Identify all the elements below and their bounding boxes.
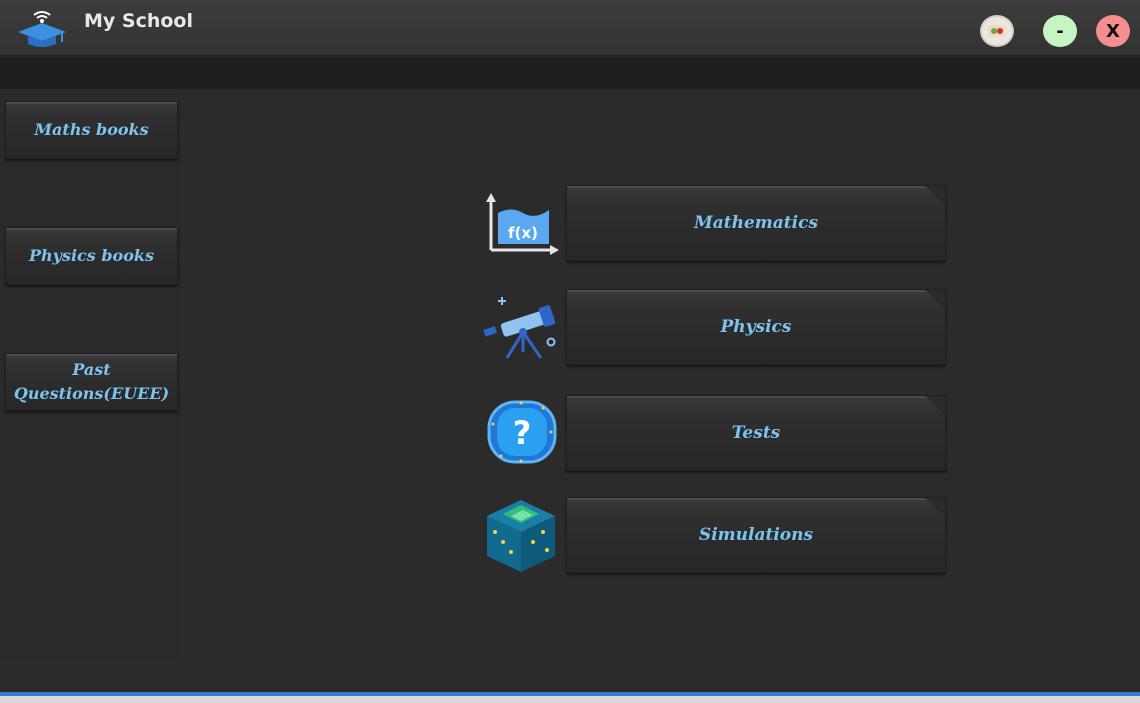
svg-text:?: ? [513,414,532,452]
app-title: My School [84,10,193,32]
simulations-button-label: Simulations [698,525,814,545]
button-corner [925,186,945,206]
tests-button[interactable]: Tests [566,395,946,471]
telescope-icon [483,297,556,359]
sidebar-item-label: Maths books [34,120,149,139]
sidebar-item-maths-books[interactable]: Maths books [5,101,178,159]
sidebar-item-label: Physics books [29,246,154,265]
sidebar-item-label: Past Questions(EUEE) [13,360,170,403]
menu-bar [0,57,1140,89]
mathematics-button-label: Mathematics [693,213,819,233]
question-mark-icon: ? [487,400,557,464]
button-corner [925,498,945,518]
simulations-button[interactable]: Simulations [566,497,946,573]
mathematics-button[interactable]: Mathematics [566,185,946,261]
circuit-cube-icon [487,500,555,572]
sidebar-item-past-questions[interactable]: Past Questions(EUEE) [5,353,178,411]
minimize-button[interactable]: - [1043,15,1077,47]
app-badge-button[interactable] [980,15,1014,47]
button-corner [925,396,945,416]
tests-button-label: Tests [731,423,781,443]
button-corner [925,290,945,310]
title-bar: My School - X [0,0,1140,56]
physics-button[interactable]: Physics [566,289,946,365]
app-badge-icon [988,25,1006,37]
graduation-cap-wifi-icon [18,11,66,47]
taskbar-edge [0,696,1140,703]
function-graph-icon: f(x) [486,193,559,255]
physics-button-label: Physics [720,317,792,337]
close-button[interactable]: X [1096,15,1130,47]
sidebar-item-physics-books[interactable]: Physics books [5,227,178,285]
svg-text:f(x): f(x) [508,224,538,242]
